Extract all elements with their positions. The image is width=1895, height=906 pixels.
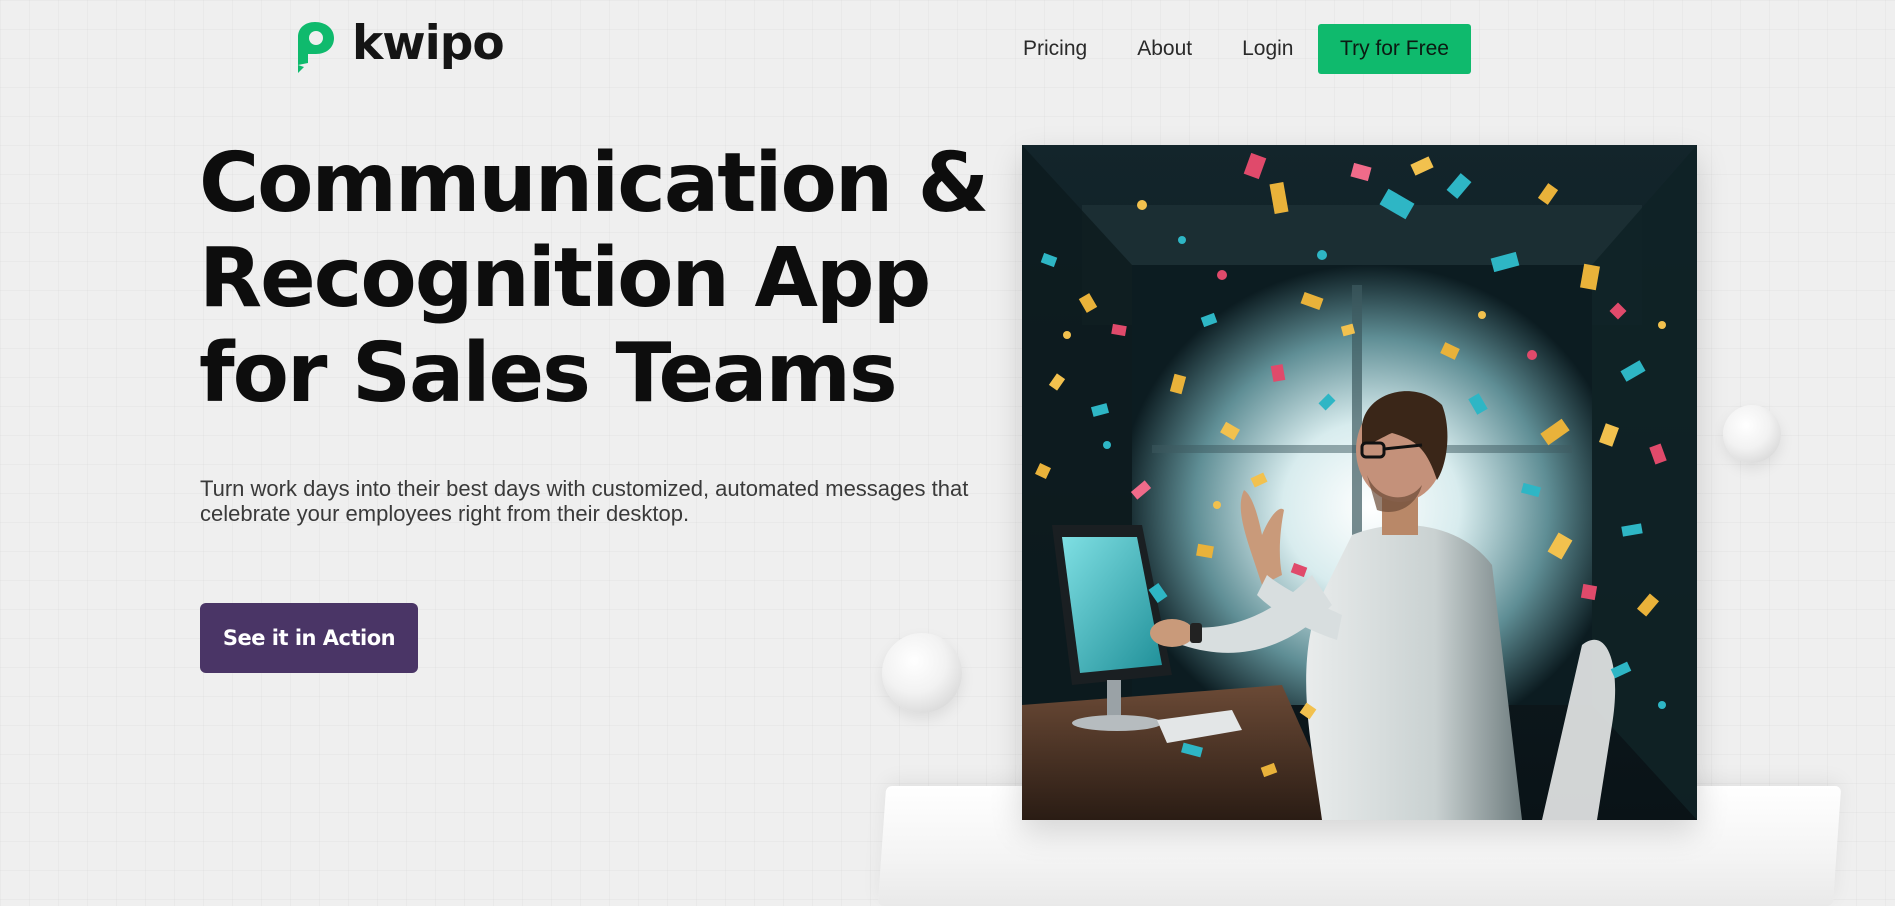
hero-image	[1022, 145, 1697, 820]
sphere-decoration	[882, 633, 962, 713]
see-it-in-action-button[interactable]: See it in Action	[200, 603, 418, 673]
hero-title: Communication & Recognition App for Sale…	[199, 136, 989, 421]
hero-title-line: Recognition App	[199, 231, 931, 326]
hero-subtitle: Turn work days into their best days with…	[200, 476, 969, 526]
nav-link-about[interactable]: About	[1137, 37, 1192, 61]
logo-text: kwipo	[352, 15, 505, 71]
hero-title-line: Communication &	[199, 136, 989, 231]
logo[interactable]: kwipo	[294, 15, 505, 73]
nav-link-pricing[interactable]: Pricing	[1023, 37, 1087, 61]
photo-man-celebrating-confetti-icon	[1022, 145, 1697, 820]
hero-title-line: for Sales Teams	[199, 326, 898, 421]
logo-mark-icon	[298, 22, 334, 73]
sphere-decoration	[1723, 405, 1781, 463]
nav-link-login[interactable]: Login	[1242, 37, 1293, 61]
main-nav: Pricing About Login	[1023, 37, 1318, 61]
try-for-free-button[interactable]: Try for Free	[1318, 24, 1471, 74]
